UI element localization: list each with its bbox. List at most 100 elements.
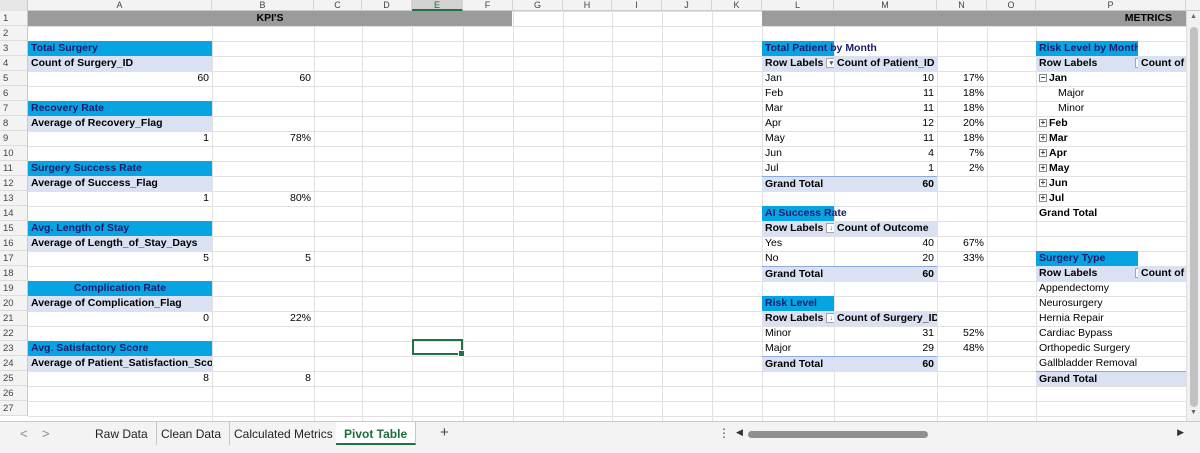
tab-pivot-table[interactable]: Pivot Table — [336, 422, 417, 445]
pivot-surgery-row-label[interactable]: Gallbladder Removal — [1036, 356, 1186, 371]
row-header-1[interactable]: 1 — [0, 11, 28, 26]
expand-icon[interactable]: + — [1039, 134, 1047, 143]
column-header-c[interactable]: C — [314, 0, 362, 11]
row-header-6[interactable]: 6 — [0, 86, 28, 101]
scroll-left-icon[interactable]: ◀ — [736, 427, 743, 438]
kpi-value-satisfaction[interactable]: 8 — [28, 371, 212, 386]
row-header-5[interactable]: 5 — [0, 71, 28, 86]
pivot-surgery-row-label[interactable]: Orthopedic Surgery — [1036, 341, 1186, 356]
pivot-risk-month-expanded[interactable]: − Jan — [1036, 71, 1138, 86]
pivot-month-row-label[interactable]: Feb — [762, 86, 834, 101]
pivot-ai-row-pct[interactable]: 67% — [937, 236, 987, 251]
expand-icon[interactable]: + — [1039, 149, 1047, 158]
column-header-j[interactable]: J — [662, 0, 712, 11]
tab-calculated-metrics[interactable]: Calculated Metrics — [226, 422, 342, 445]
kpi-calc-total-surgery[interactable]: 60 — [212, 71, 314, 86]
kpi-value-success-rate[interactable]: 1 — [28, 191, 212, 206]
column-header-m[interactable]: M — [834, 0, 937, 11]
vertical-scrollbar[interactable]: ▲ ▼ — [1186, 11, 1200, 421]
pivot-month-row-pct[interactable]: 17% — [937, 71, 987, 86]
pivot-month-row-value[interactable]: 1 — [834, 161, 937, 176]
pivot-month-row-label[interactable]: Jun — [762, 146, 834, 161]
column-header-k[interactable]: K — [712, 0, 762, 11]
pivot-month-row-labels[interactable]: Row Labels ▾ — [762, 56, 834, 71]
pivot-month-row-label[interactable]: Mar — [762, 101, 834, 116]
column-header-i[interactable]: I — [612, 0, 662, 11]
pivot-risk-row-label[interactable]: Minor — [762, 326, 834, 341]
kpi-value-length-of-stay[interactable]: 5 — [28, 251, 212, 266]
pivot-surgery-row-labels[interactable]: Row Labels↓ — [1036, 266, 1138, 281]
expand-icon[interactable]: + — [1039, 119, 1047, 128]
pivot-ai-row-label[interactable]: No — [762, 251, 834, 266]
add-sheet-button[interactable]: + — [440, 424, 449, 441]
row-header-8[interactable]: 8 — [0, 116, 28, 131]
column-header-b[interactable]: B — [212, 0, 314, 11]
pivot-surgery-row-label[interactable]: Neurosurgery — [1036, 296, 1186, 311]
pivot-month-row-pct[interactable]: 18% — [937, 131, 987, 146]
pivot-month-row-value[interactable]: 11 — [834, 86, 937, 101]
row-header-15[interactable]: 15 — [0, 221, 28, 236]
pivot-risk-row-pct[interactable]: 48% — [937, 341, 987, 356]
row-header-4[interactable]: 4 — [0, 56, 28, 71]
pivot-ai-row-pct[interactable]: 33% — [937, 251, 987, 266]
pivot-month-row-label[interactable]: May — [762, 131, 834, 146]
pivot-risk-row-label[interactable]: Major — [762, 341, 834, 356]
expand-icon[interactable]: + — [1039, 194, 1047, 203]
pivot-risk-row-pct[interactable]: 52% — [937, 326, 987, 341]
pivot-risk-row-value[interactable]: 29 — [834, 341, 937, 356]
row-header-9[interactable]: 9 — [0, 131, 28, 146]
pivot-risk-month-collapsed-row[interactable]: + May — [1036, 161, 1138, 176]
kpi-calc-complication-rate[interactable]: 22% — [212, 311, 314, 326]
horizontal-scroll-thumb[interactable] — [748, 431, 928, 438]
pivot-month-row-pct[interactable]: 18% — [937, 86, 987, 101]
column-header-a[interactable]: A — [28, 0, 212, 11]
filter-dropdown-icon[interactable]: ▾ — [826, 58, 834, 69]
kpi-calc-recovery-rate[interactable]: 78% — [212, 131, 314, 146]
row-header-20[interactable]: 20 — [0, 296, 28, 311]
pivot-risk-month-collapsed-row[interactable]: + Jun — [1036, 176, 1138, 191]
column-header-n[interactable]: N — [937, 0, 987, 11]
pivot-risk-month-collapsed-row[interactable]: + Jul — [1036, 191, 1138, 206]
vertical-scroll-thumb[interactable] — [1190, 27, 1198, 407]
sort-filter-icon[interactable]: ↓ — [826, 313, 834, 324]
pivot-month-row-value[interactable]: 11 — [834, 131, 937, 146]
row-header-27[interactable]: 27 — [0, 401, 28, 416]
column-header-f[interactable]: F — [463, 0, 513, 11]
row-header-12[interactable]: 12 — [0, 176, 28, 191]
row-header-23[interactable]: 23 — [0, 341, 28, 356]
pivot-month-row-pct[interactable]: 18% — [937, 101, 987, 116]
kpi-value-complication-rate[interactable]: 0 — [28, 311, 212, 326]
more-options-icon[interactable]: ⋮ — [718, 426, 730, 440]
tab-next-icon[interactable]: > — [42, 426, 50, 441]
column-header-l[interactable]: L — [762, 0, 834, 11]
pivot-ai-row-label[interactable]: Yes — [762, 236, 834, 251]
row-header-17[interactable]: 17 — [0, 251, 28, 266]
pivot-month-row-pct[interactable]: 2% — [937, 161, 987, 176]
active-cell-cursor[interactable] — [412, 339, 465, 357]
pivot-surgery-row-label[interactable]: Hernia Repair — [1036, 311, 1186, 326]
row-header-13[interactable]: 13 — [0, 191, 28, 206]
kpi-calc-length-of-stay[interactable]: 5 — [212, 251, 314, 266]
pivot-month-row-label[interactable]: Apr — [762, 116, 834, 131]
column-header-h[interactable]: H — [563, 0, 612, 11]
pivot-risk-month-collapsed-row[interactable]: + Apr — [1036, 146, 1138, 161]
pivot-ai-row-labels[interactable]: Row Labels ↓ — [762, 221, 834, 236]
column-header-o[interactable]: O — [987, 0, 1036, 11]
pivot-ai-row-value[interactable]: 20 — [834, 251, 937, 266]
pivot-month-row-pct[interactable]: 7% — [937, 146, 987, 161]
expand-icon[interactable]: + — [1039, 164, 1047, 173]
expand-icon[interactable]: + — [1039, 179, 1047, 188]
row-header-18[interactable]: 18 — [0, 266, 28, 281]
scroll-down-icon[interactable]: ▼ — [1190, 409, 1197, 416]
select-all-corner[interactable] — [0, 0, 28, 11]
pivot-surgery-row-label[interactable]: Appendectomy — [1036, 281, 1186, 296]
tab-clean-data[interactable]: Clean Data — [153, 422, 231, 445]
tab-prev-icon[interactable]: < — [20, 426, 28, 441]
column-header-d[interactable]: D — [362, 0, 412, 11]
kpi-calc-success-rate[interactable]: 80% — [212, 191, 314, 206]
pivot-month-row-label[interactable]: Jul — [762, 161, 834, 176]
scroll-right-icon[interactable]: ▶ — [1177, 427, 1184, 438]
row-header-14[interactable]: 14 — [0, 206, 28, 221]
row-header-7[interactable]: 7 — [0, 101, 28, 116]
row-header-25[interactable]: 25 — [0, 371, 28, 386]
